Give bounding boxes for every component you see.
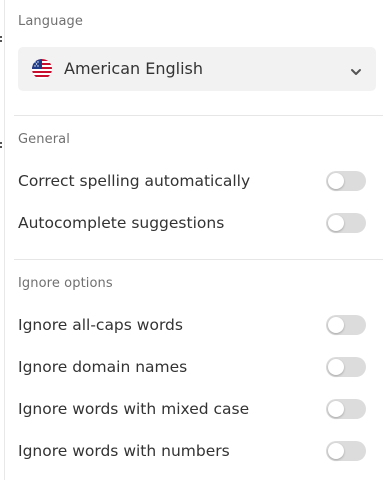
setting-label: Autocomplete suggestions bbox=[18, 214, 225, 232]
toggle-knob bbox=[328, 401, 344, 417]
us-flag-icon bbox=[32, 59, 52, 79]
ignore-all-caps-toggle[interactable] bbox=[326, 315, 366, 335]
setting-label: Ignore domain names bbox=[18, 358, 188, 376]
ignore-numbers-toggle[interactable] bbox=[326, 441, 366, 461]
toggle-knob bbox=[328, 215, 344, 231]
correct-spelling-toggle[interactable] bbox=[326, 171, 366, 191]
setting-row-autocomplete: Autocomplete suggestions bbox=[18, 209, 366, 237]
edge-tick bbox=[0, 142, 2, 144]
setting-label: Ignore all-caps words bbox=[18, 316, 183, 334]
setting-row-correct-spelling: Correct spelling automatically bbox=[18, 167, 366, 195]
setting-row-ignore-mixed-case: Ignore words with mixed case bbox=[18, 395, 366, 423]
setting-row-ignore-all-caps: Ignore all-caps words bbox=[18, 311, 366, 339]
ignore-mixed-case-toggle[interactable] bbox=[326, 399, 366, 419]
setting-row-ignore-numbers: Ignore words with numbers bbox=[18, 437, 366, 465]
edge-tick bbox=[0, 146, 2, 148]
section-divider bbox=[14, 115, 383, 116]
edge-tick bbox=[0, 36, 2, 38]
section-divider bbox=[14, 259, 383, 260]
setting-label: Ignore words with mixed case bbox=[18, 400, 250, 418]
language-select-value: American English bbox=[64, 59, 203, 78]
toggle-knob bbox=[328, 443, 344, 459]
chevron-down-icon bbox=[350, 63, 362, 75]
setting-row-ignore-domain-names: Ignore domain names bbox=[18, 353, 366, 381]
setting-label: Ignore words with numbers bbox=[18, 442, 230, 460]
edge-tick bbox=[0, 40, 2, 42]
general-section-label: General bbox=[18, 132, 70, 147]
panel-left-border bbox=[0, 0, 5, 480]
setting-label: Correct spelling automatically bbox=[18, 172, 251, 190]
toggle-knob bbox=[328, 317, 344, 333]
ignore-domain-names-toggle[interactable] bbox=[326, 357, 366, 377]
toggle-knob bbox=[328, 173, 344, 189]
autocomplete-toggle[interactable] bbox=[326, 213, 366, 233]
toggle-knob bbox=[328, 359, 344, 375]
ignore-options-section-label: Ignore options bbox=[18, 276, 113, 291]
language-select[interactable]: American English bbox=[18, 47, 376, 91]
language-section-label: Language bbox=[18, 14, 83, 29]
